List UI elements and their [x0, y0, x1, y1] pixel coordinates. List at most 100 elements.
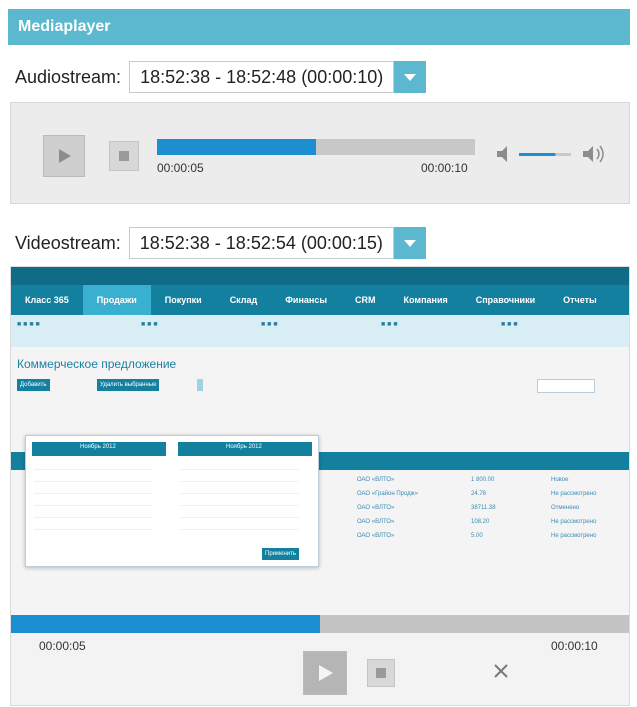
video-frame-calendar-day — [136, 470, 153, 482]
video-frame-calendar-day — [102, 518, 119, 530]
videostream-dropdown-button[interactable] — [393, 227, 426, 259]
audio-progress-bar[interactable] — [157, 139, 475, 155]
video-frame-calendar-day — [180, 506, 197, 518]
video-frame-cell-contractor: ОАО «ВЛТО» — [357, 477, 395, 483]
video-frame-calendar-day — [197, 518, 214, 530]
video-frame-calendar-day — [85, 482, 102, 494]
videostream-select[interactable]: 18:52:38 - 18:52:54 (00:00:15) — [128, 227, 394, 259]
video-frame-nav-item: Продажи — [82, 285, 151, 315]
video-close-button[interactable] — [491, 661, 511, 681]
play-icon — [59, 149, 71, 163]
video-frame-calendar-day — [102, 506, 119, 518]
video-frame-nav-item: Компания — [403, 295, 448, 305]
video-frame-calendar-day — [51, 458, 68, 470]
stop-icon — [119, 151, 129, 161]
video-frame-cell-status: Не рассмотрено — [551, 519, 597, 525]
video-frame-calendar-day — [34, 506, 51, 518]
video-frame-calendar-day — [197, 470, 214, 482]
video-frame-calendar-day — [197, 506, 214, 518]
video-frame-nav-item: CRM — [355, 295, 376, 305]
video-controls: 00:00:05 00:00:10 — [11, 633, 629, 705]
video-frame-calendar-grid — [34, 458, 153, 530]
video-frame-nav-item: Класс 365 — [25, 295, 69, 305]
video-frame-calendar-day — [68, 482, 85, 494]
volume-low-icon — [497, 146, 507, 162]
video-frame-calendar-day — [197, 494, 214, 506]
video-frame-calendar-day — [231, 482, 248, 494]
video-frame-calendar-day — [85, 506, 102, 518]
video-frame-calendar-day — [34, 482, 51, 494]
video-frame-calendar-day — [248, 470, 265, 482]
video-frame-toolbar: Добавить Удалить выбранные — [17, 379, 617, 393]
video-frame-calendar-day — [85, 494, 102, 506]
video-frame-calendar-day — [51, 506, 68, 518]
volume-slider[interactable] — [495, 143, 615, 165]
video-frame-calendar-day — [68, 494, 85, 506]
video-frame-calendar-day — [265, 482, 282, 494]
audio-current-time: 00:00:05 — [157, 161, 204, 175]
video-frame-cell-contractor: ОАО «ВЛТО» — [357, 533, 395, 539]
video-frame-calendar-day — [214, 470, 231, 482]
video-frame-calendar-popup: Ноябрь 2012 Ноябрь 2012 Применить — [25, 435, 319, 567]
audio-play-button[interactable] — [43, 135, 85, 177]
video-frame-calendar-day — [282, 518, 299, 530]
video-frame-cell-sum: 5.00 — [471, 533, 483, 539]
video-frame-calendar-day — [51, 482, 68, 494]
video-frame-calendar-day — [282, 482, 299, 494]
video-frame-calendar-grid — [180, 458, 299, 530]
video-frame-calendar-day — [102, 470, 119, 482]
audiostream-row: Audiostream: 18:52:38 - 18:52:48 (00:00:… — [15, 60, 427, 94]
video-total-time: 00:00:10 — [551, 639, 598, 653]
video-frame-add-button: Добавить — [17, 379, 50, 391]
video-frame-subnav: ■ ■ ■ ■ ■ ■ ■ ■ ■ ■ ■ ■ ■ ■ ■ ■ — [11, 315, 629, 347]
video-frame-nav-item: Финансы — [285, 295, 328, 305]
video-play-button[interactable] — [303, 651, 347, 695]
video-frame-calendar-day — [231, 518, 248, 530]
video-frame-calendar-month-2: Ноябрь 2012 — [226, 444, 262, 450]
video-frame-calendar-day — [119, 506, 136, 518]
video-frame-calendar-day — [119, 494, 136, 506]
video-frame-calendar-day — [214, 506, 231, 518]
video-stop-button[interactable] — [367, 659, 395, 687]
video-frame-calendar-day — [231, 506, 248, 518]
video-frame-calendar-day — [231, 470, 248, 482]
audio-total-time: 00:00:10 — [421, 161, 468, 175]
video-current-time: 00:00:05 — [39, 639, 86, 653]
audio-stop-button[interactable] — [109, 141, 139, 171]
mediaplayer-title: Mediaplayer — [18, 18, 111, 35]
video-frame-apply-button: Применить — [262, 548, 300, 560]
video-frame-cell-contractor: ОАО «Грайон Продж» — [357, 491, 419, 497]
video-frame-calendar-day — [34, 458, 51, 470]
video-frame-calendar-day — [85, 470, 102, 482]
video-frame-calendar-day — [248, 458, 265, 470]
video-frame-calendar-day — [119, 470, 136, 482]
video-frame-calendar-day — [265, 506, 282, 518]
audio-volume-control — [495, 143, 615, 170]
video-frame-cell-contractor: ОАО «ВЛТО» — [357, 505, 395, 511]
video-frame-calendar-day — [248, 482, 265, 494]
chevron-down-icon — [404, 74, 417, 81]
audiostream-dropdown-button[interactable] — [394, 61, 427, 93]
video-frame-calendar-day — [282, 470, 299, 482]
video-frame-calendar-month-1: Ноябрь 2012 — [80, 444, 116, 450]
video-frame-calendar-day — [231, 494, 248, 506]
video-frame-cell-status: Новое — [551, 477, 569, 483]
video-frame-calendar-day — [265, 518, 282, 530]
video-frame-calendar-day — [180, 458, 197, 470]
volume-high-icon — [583, 145, 604, 163]
video-frame-calendar-day — [248, 506, 265, 518]
video-player: Класс 365 Продажи Покупки Склад Финансы CRM Ко… — [10, 266, 630, 706]
video-frame-calendar-day — [180, 494, 197, 506]
stop-icon — [376, 668, 386, 678]
audiostream-select[interactable]: 18:52:38 - 18:52:48 (00:00:10) — [129, 61, 395, 93]
video-frame-calendar-day — [214, 482, 231, 494]
video-frame-calendar-day — [136, 518, 153, 530]
video-frame-calendar-day — [119, 482, 136, 494]
video-frame-calendar-day — [34, 518, 51, 530]
video-frame-calendar-day — [85, 518, 102, 530]
video-frame-calendar-day — [102, 482, 119, 494]
video-frame-cell-sum: 24.78 — [471, 491, 487, 497]
video-frame-cell-status: Не рассмотрено — [551, 533, 597, 539]
video-progress-bar[interactable] — [11, 615, 629, 633]
video-progress-fill — [11, 615, 320, 633]
